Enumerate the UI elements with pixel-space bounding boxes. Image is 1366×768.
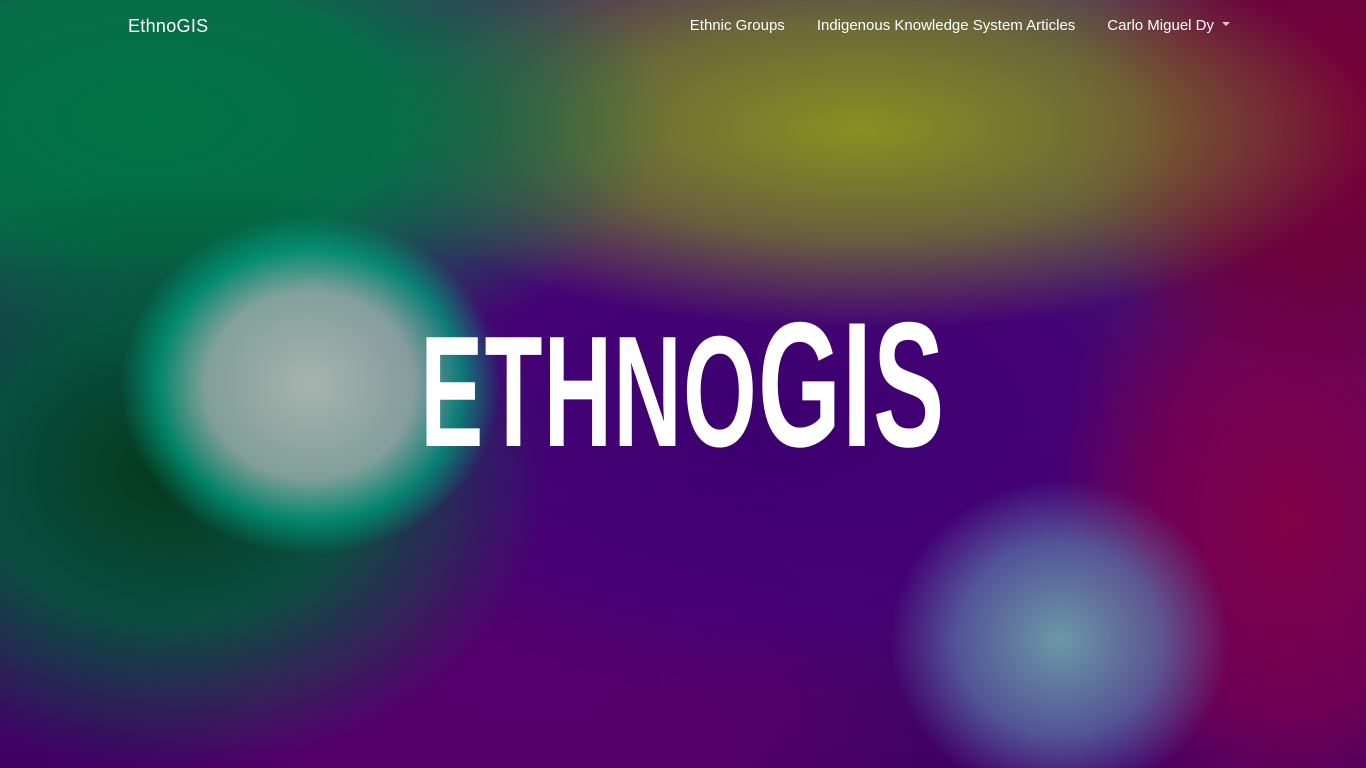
nav-link-iks-articles[interactable]: Indigenous Knowledge System Articles	[817, 17, 1075, 34]
nav-links: Ethnic Groups Indigenous Knowledge Syste…	[690, 17, 1230, 34]
brand-link[interactable]: EthnoGIS	[128, 16, 208, 37]
caret-down-icon	[1222, 22, 1230, 27]
hero-title: ETHNOGIS	[0, 296, 1366, 474]
nav-link-ethnic-groups[interactable]: Ethnic Groups	[690, 17, 785, 34]
hero-section: EthnoGIS Ethnic Groups Indigenous Knowle…	[0, 0, 1366, 768]
user-menu-label: Carlo Miguel Dy	[1107, 17, 1214, 34]
user-menu-dropdown[interactable]: Carlo Miguel Dy	[1107, 17, 1230, 34]
navbar: EthnoGIS Ethnic Groups Indigenous Knowle…	[0, 0, 1366, 54]
hero-title-part2: GIS	[758, 285, 946, 484]
hero-title-part1: ETHNO	[420, 304, 759, 480]
